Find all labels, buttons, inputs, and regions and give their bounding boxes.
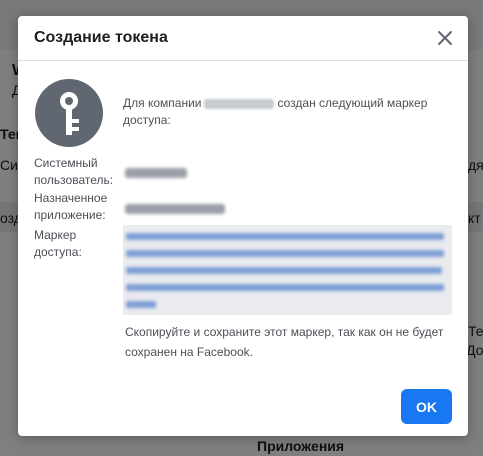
save-token-note: Скопируйте и сохраните этот маркер, так …: [125, 325, 444, 359]
system-user-label: Системный пользователь:: [34, 156, 114, 187]
intro-before: Для компании: [123, 96, 202, 110]
access-token-field[interactable]: [123, 225, 452, 315]
create-token-dialog: Создание токена Для компании создан следу…: [18, 16, 468, 436]
key-icon: [35, 79, 103, 147]
token-text-line: [126, 301, 156, 308]
token-text-line: [126, 267, 442, 274]
assigned-app-value: [125, 204, 225, 214]
assigned-app-label: Назначенное приложение:: [34, 191, 108, 222]
system-user-value: [125, 168, 187, 178]
token-text-line: [126, 250, 444, 257]
close-icon[interactable]: [434, 27, 456, 49]
dialog-title: Создание токена: [34, 29, 168, 46]
dialog-header: Создание токена: [18, 16, 468, 61]
intro-text: Для компании создан следующий маркер дост…: [123, 95, 443, 129]
token-text-line: [126, 233, 444, 240]
token-text-line: [126, 284, 444, 291]
token-label: Маркер доступа:: [34, 228, 82, 259]
ok-button[interactable]: OK: [401, 389, 452, 424]
redacted-company-name: [204, 98, 275, 109]
